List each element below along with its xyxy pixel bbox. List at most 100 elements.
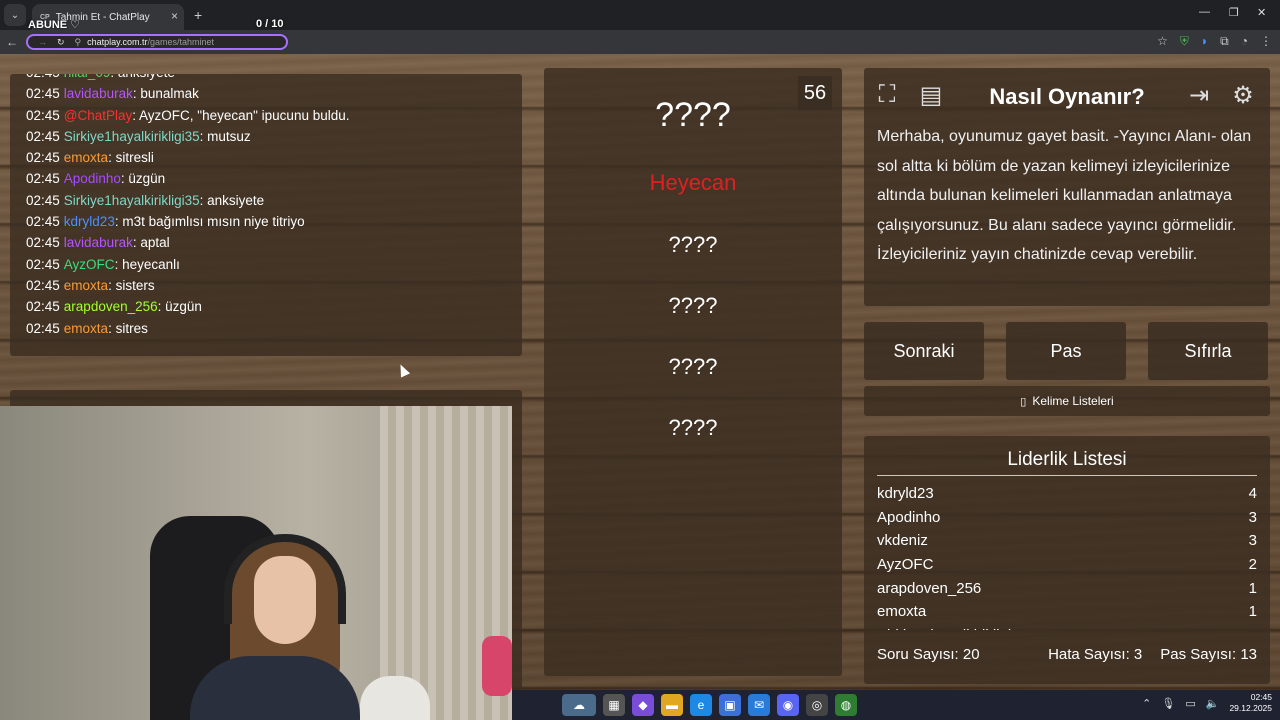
close-icon[interactable]: × — [171, 9, 178, 23]
chat-username[interactable]: emoxta — [64, 321, 108, 336]
player-score: 4 — [1248, 485, 1257, 502]
forward-icon[interactable]: → — [38, 37, 47, 47]
question-count: Soru Sayısı: 20 — [877, 646, 980, 663]
chat-time: 02:45 — [26, 277, 60, 293]
word-panel: 56 ???? Heyecan ???? ???? ???? ???? — [544, 68, 842, 676]
reload-icon[interactable]: ↻ — [57, 37, 65, 48]
plus-icon[interactable]: + — [194, 7, 202, 23]
player-score: 1 — [1248, 603, 1257, 621]
chat-message: 02:45 lavidaburak: bunalmak — [26, 83, 506, 104]
chat-message: 02:45 emoxta: sitresli — [26, 147, 506, 168]
next-button[interactable]: Sonraki — [864, 322, 984, 380]
chat-message: 02:45 Apodinho: üzgün — [26, 168, 506, 189]
chat-time: 02:45 — [26, 256, 60, 272]
back-icon[interactable]: ← — [0, 35, 24, 49]
profile-icon[interactable]: ◔ — [1241, 34, 1248, 49]
maximize-icon[interactable]: ❐ — [1229, 6, 1239, 19]
extension-icon[interactable]: ⧉ — [1220, 34, 1229, 49]
gear-icon[interactable]: ⚙ — [1226, 78, 1260, 112]
chat-text: : aptal — [132, 235, 170, 251]
site-info-icon[interactable]: ⚲ — [75, 37, 82, 48]
chat-username[interactable]: lavidaburak — [64, 86, 133, 101]
leaderboard-row: arapdoven_256 1 — [877, 577, 1257, 601]
clock-time: 02:45 — [1250, 692, 1272, 702]
chat-time: 02:45 — [26, 299, 60, 315]
chat-username[interactable]: Sirkiye1hayalkirikligi35 — [64, 129, 200, 144]
leaderboard-panel: Liderlik Listesi kdryld23 4 Apodinho 3 vkden… — [864, 436, 1270, 684]
audio-extension-icon[interactable]: ◗ — [1201, 34, 1208, 49]
leaderboard-row: vkdeniz 3 — [877, 529, 1257, 553]
folder-icon[interactable]: ▬ — [661, 694, 683, 716]
copilot-icon[interactable]: ◆ — [632, 694, 654, 716]
task-view-icon[interactable]: ▦ — [603, 694, 625, 716]
chat-username[interactable]: arapdoven_256 — [64, 299, 158, 314]
leaderboard-row: AyzOFC 2 — [877, 553, 1257, 577]
chat-message: 02:45 Sirkiye1hayalkirikligi35: mutsuz — [26, 126, 506, 147]
chat-username[interactable]: emoxta — [64, 150, 108, 165]
chat-username[interactable]: hilal_09 — [64, 74, 111, 80]
taskbar: ☁ ▦ ◆ ▬ e ▣ ✉ ◉ ◎ ◍ ⌃ 🎙 ▭ 🔈 02:45 29.12.… — [512, 690, 1280, 720]
leaderboard-row: Apodinho 3 — [877, 506, 1257, 530]
leaderboard-title: Liderlik Listesi — [877, 436, 1257, 476]
chat-text: : AyzOFC, "heyecan" ipucunu buldu. — [132, 107, 350, 123]
chat-username[interactable]: lavidaburak — [64, 235, 133, 250]
chat-text: : heyecanlı — [114, 256, 180, 272]
chat-text: : anksiyete — [110, 74, 175, 80]
chat-time: 02:45 — [26, 74, 60, 80]
url-field[interactable]: → ↻ ⚲ chatplay.com.tr /games/tahminet — [26, 34, 288, 50]
chat-text: : m3t bağımlısı mısın niye titriyo — [114, 214, 305, 230]
weather-icon[interactable]: ☁ — [562, 694, 596, 716]
chat-message: 02:45 emoxta: sitres — [26, 318, 506, 339]
player-name: vkdeniz — [877, 532, 928, 550]
player-name: emoxta — [877, 603, 927, 621]
chat-text: : sisters — [108, 277, 155, 293]
edge-icon[interactable]: e — [690, 694, 712, 716]
address-bar: ← → ↻ ⚲ chatplay.com.tr /games/tahminet … — [0, 30, 1280, 54]
chat-username[interactable]: kdryld23 — [64, 214, 115, 229]
player-score: 1 — [1248, 579, 1257, 597]
forbidden-word-hidden: ???? — [668, 415, 718, 440]
chat-username[interactable]: emoxta — [64, 278, 108, 293]
webcam-overlay — [0, 406, 512, 720]
url-path: /games/tahminet — [147, 37, 215, 47]
menu-icon[interactable]: ⋮ — [1260, 34, 1272, 49]
chrome-icon[interactable]: ◍ — [835, 694, 857, 716]
chat-time: 02:45 — [26, 235, 60, 251]
minimize-icon[interactable]: — — [1199, 6, 1210, 18]
pass-button[interactable]: Pas — [1006, 322, 1126, 380]
player-score: 1 — [1249, 624, 1257, 630]
clock[interactable]: 02:45 29.12.2025 — [1229, 692, 1272, 714]
star-icon[interactable]: ☆ — [1157, 34, 1168, 49]
leaderboard-list[interactable]: kdryld23 4 Apodinho 3 vkdeniz 3 AyzOFC 2 arapdov… — [877, 482, 1257, 630]
microphone-icon[interactable]: 🎙 — [1161, 697, 1175, 710]
obs-icon[interactable]: ◎ — [806, 694, 828, 716]
chevron-up-icon[interactable]: ⌃ — [1142, 697, 1151, 710]
pillow — [360, 676, 430, 720]
network-icon[interactable]: ▭ — [1185, 697, 1195, 710]
store-icon[interactable]: ▣ — [719, 694, 741, 716]
chat-username[interactable]: AyzOFC — [64, 257, 115, 272]
error-count: Hata Sayısı: 3 — [1048, 646, 1143, 663]
how-to-play-panel: ⛶ ▤ Nasıl Oynanır? ⇥ ⚙ Merhaba, oyunumuz… — [864, 68, 1270, 306]
chat-username[interactable]: Apodinho — [64, 171, 121, 186]
forbidden-word-revealed: Heyecan — [649, 170, 737, 195]
shield-extension-icon[interactable]: ⛨ — [1180, 34, 1189, 49]
chat-message: 02:45 AyzOFC: heyecanlı — [26, 254, 506, 275]
exit-icon[interactable]: ⇥ — [1182, 78, 1216, 112]
toolbar-icons: ☆ ⛨ ◗ ⧉ ◔ ⋮ — [1157, 34, 1272, 49]
tab-search-icon[interactable]: ⌄ — [4, 4, 26, 26]
chat-username[interactable]: Sirkiye1hayalkirikligi35 — [64, 193, 200, 208]
player-name: kdryld23 — [877, 485, 934, 502]
leaderboard-row: emoxta 1 — [877, 600, 1257, 624]
chat-text: : bunalmak — [132, 86, 199, 102]
volume-icon[interactable]: 🔈 — [1206, 697, 1220, 710]
chat-time: 02:45 — [26, 128, 60, 144]
reset-button[interactable]: Sıfırla — [1148, 322, 1268, 380]
chat-username[interactable]: @ChatPlay — [64, 108, 132, 123]
word-lists-button[interactable]: ▯ Kelime Listeleri — [864, 386, 1270, 416]
window-close-icon[interactable]: ✕ — [1257, 6, 1266, 19]
player-score: 3 — [1248, 532, 1257, 550]
discord-icon[interactable]: ◉ — [777, 694, 799, 716]
chat-message: 02:45 arapdoven_256: üzgün — [26, 296, 506, 317]
mail-icon[interactable]: ✉ — [748, 694, 770, 716]
